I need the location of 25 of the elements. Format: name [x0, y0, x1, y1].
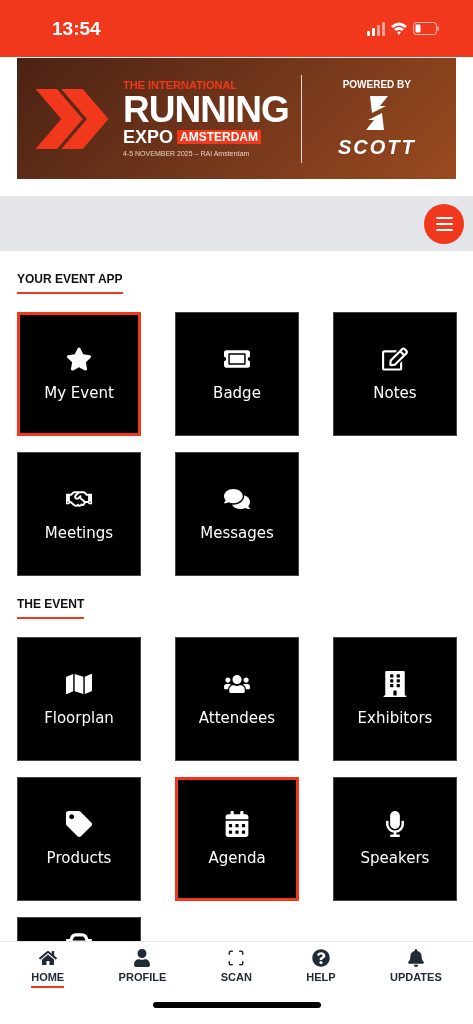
- feature-tile[interactable]: Speakers: [333, 777, 457, 901]
- feature-tile[interactable]: Attendees: [175, 637, 299, 761]
- status-time: 13:54: [52, 17, 101, 40]
- banner-title: RUNNING: [123, 91, 289, 128]
- feature-tile[interactable]: Agenda: [175, 777, 299, 901]
- feature-tile[interactable]: Floorplan: [17, 637, 141, 761]
- sponsor-name: SCOTT: [337, 135, 416, 159]
- feature-tile[interactable]: My Event: [17, 312, 141, 436]
- banner-subtitle: EXPO: [123, 128, 174, 146]
- section-heading: THE EVENT: [17, 597, 85, 611]
- nav-tab[interactable]: SCAN: [220, 949, 252, 988]
- feature-tile[interactable]: Meetings: [17, 452, 141, 576]
- feature-tile[interactable]: Exhibitors: [333, 637, 457, 761]
- feature-tile[interactable]: Products: [17, 777, 141, 901]
- feature-tile[interactable]: Badge: [175, 312, 299, 436]
- banner-overline: THE INTERNATIONAL: [123, 80, 239, 91]
- feature-tile[interactable]: Notes: [333, 312, 457, 436]
- nav-tab[interactable]: HELP: [306, 949, 336, 988]
- nav-tab[interactable]: UPDATES: [390, 949, 442, 988]
- banner-city: AMSTERDAM: [177, 130, 262, 144]
- feature-tile[interactable]: Messages: [175, 452, 299, 576]
- sponsor-label: POWERED BY: [342, 78, 411, 90]
- nav-tab[interactable]: HOME: [31, 949, 65, 988]
- nav-tab[interactable]: PROFILE: [118, 949, 167, 988]
- section-heading: YOUR EVENT APP: [17, 272, 123, 286]
